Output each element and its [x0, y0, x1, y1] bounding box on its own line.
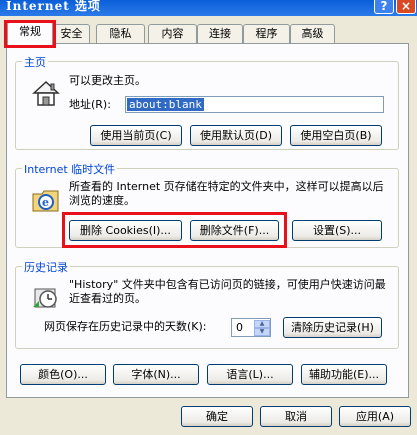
svg-text:e: e [42, 196, 49, 209]
fonts-button[interactable]: 字体(N)... [113, 364, 199, 385]
close-button[interactable]: × [396, 0, 416, 14]
title-bar: Internet 选项 ? × [0, 0, 417, 16]
temp-files-description: 所查看的 Internet 页存储在特定的文件夹中，这样可以提高以后浏览的速度。 [69, 180, 384, 207]
window-title: Internet 选项 [6, 0, 101, 13]
use-current-page-button[interactable]: 使用当前页(C) [90, 125, 182, 146]
address-value: about:blank [127, 98, 204, 111]
ok-button[interactable]: 确定 [181, 406, 253, 427]
colors-button[interactable]: 颜色(O)... [20, 364, 106, 385]
tab-security[interactable]: 安全 [53, 24, 90, 43]
tab-advanced[interactable]: 高级 [290, 24, 335, 43]
use-default-page-button[interactable]: 使用默认页(D) [190, 125, 282, 146]
homepage-group-title: 主页 [22, 54, 48, 70]
clear-history-button[interactable]: 清除历史记录(H) [283, 317, 382, 338]
temp-files-group-title: Internet 临时文件 [22, 161, 118, 177]
cancel-button[interactable]: 取消 [260, 406, 332, 427]
address-input[interactable]: about:blank [125, 96, 384, 113]
spin-up-icon[interactable]: ▲ [254, 320, 270, 328]
apply-button[interactable]: 应用(A) [339, 406, 411, 427]
languages-button[interactable]: 语言(L)... [207, 364, 293, 385]
history-group-title: 历史记录 [22, 259, 70, 275]
history-days-value: 0 [236, 321, 243, 334]
ie-folder-icon: e [32, 190, 59, 212]
spin-down-icon[interactable]: ▼ [254, 328, 270, 336]
history-days-spinner[interactable]: 0 ▲ ▼ [231, 318, 271, 337]
history-days-label: 网页保存在历史记录中的天数(K): [44, 320, 207, 333]
tab-content[interactable]: 内容 [148, 24, 197, 43]
accessibility-button[interactable]: 辅助功能(E)... [301, 364, 387, 385]
history-description: "History" 文件夹中包含有已访问页的链接，可使用户快速访问最近查看过的页… [69, 278, 386, 305]
address-label: 地址(R): [69, 98, 111, 111]
delete-buttons-highlight-box [62, 212, 287, 248]
homepage-description: 可以更改主页。 [69, 74, 146, 87]
tab-privacy[interactable]: 隐私 [96, 24, 145, 43]
house-icon [32, 80, 60, 106]
help-button[interactable]: ? [374, 0, 394, 14]
history-icon [33, 288, 57, 308]
settings-button[interactable]: 设置(S)... [292, 220, 382, 241]
tab-highlight-box [4, 20, 56, 48]
tab-programs[interactable]: 程序 [243, 24, 290, 43]
tab-connections[interactable]: 连接 [197, 24, 243, 43]
use-blank-page-button[interactable]: 使用空白页(B) [290, 125, 382, 146]
